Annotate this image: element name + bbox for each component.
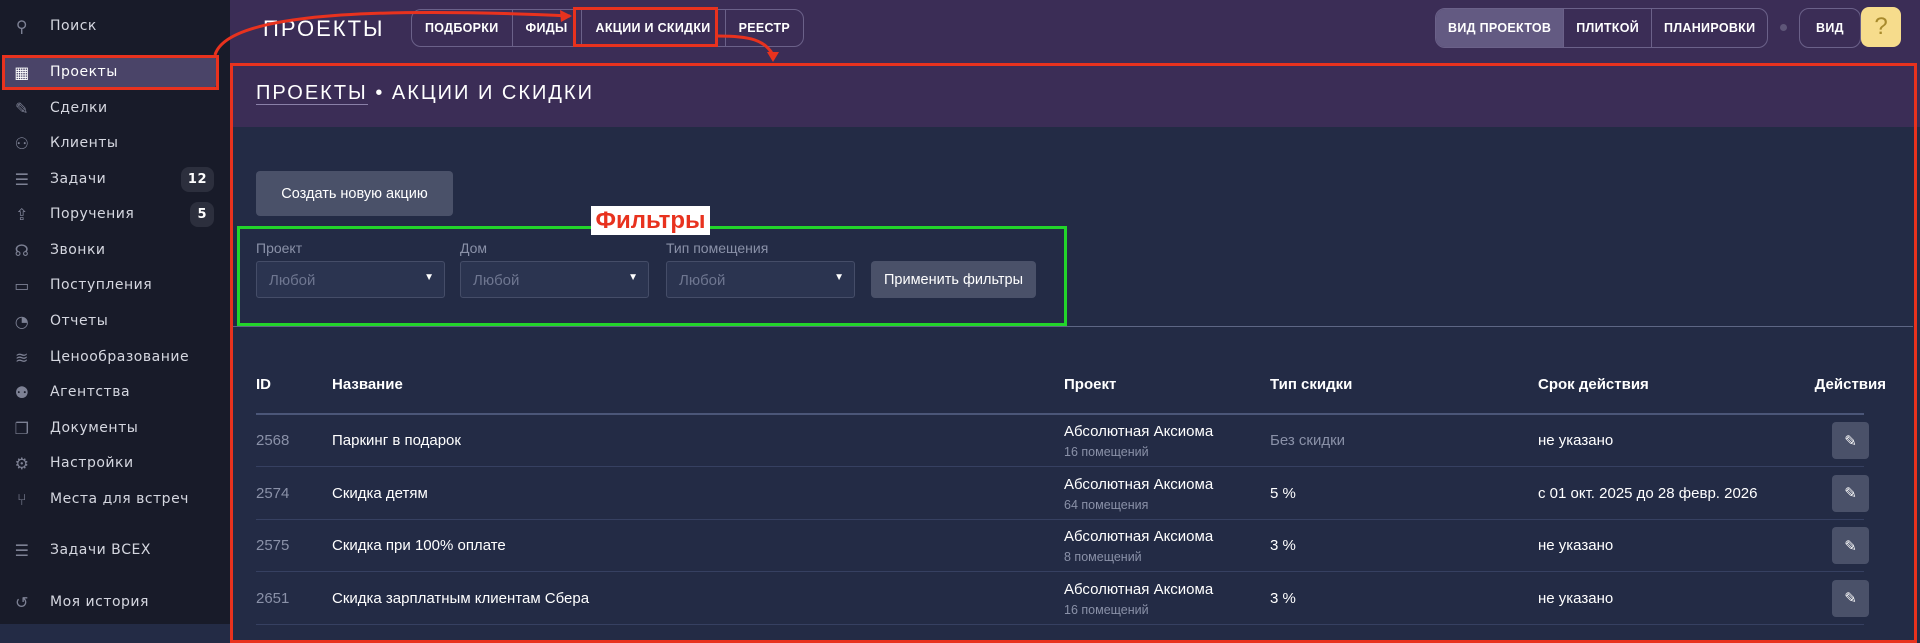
arrow-head: [560, 10, 572, 22]
arrow-sidebar-to-tab: [213, 10, 571, 56]
annotation-arrows: [213, 10, 779, 62]
arrow-head: [767, 52, 779, 62]
arrow-tab-to-content: [717, 34, 775, 56]
